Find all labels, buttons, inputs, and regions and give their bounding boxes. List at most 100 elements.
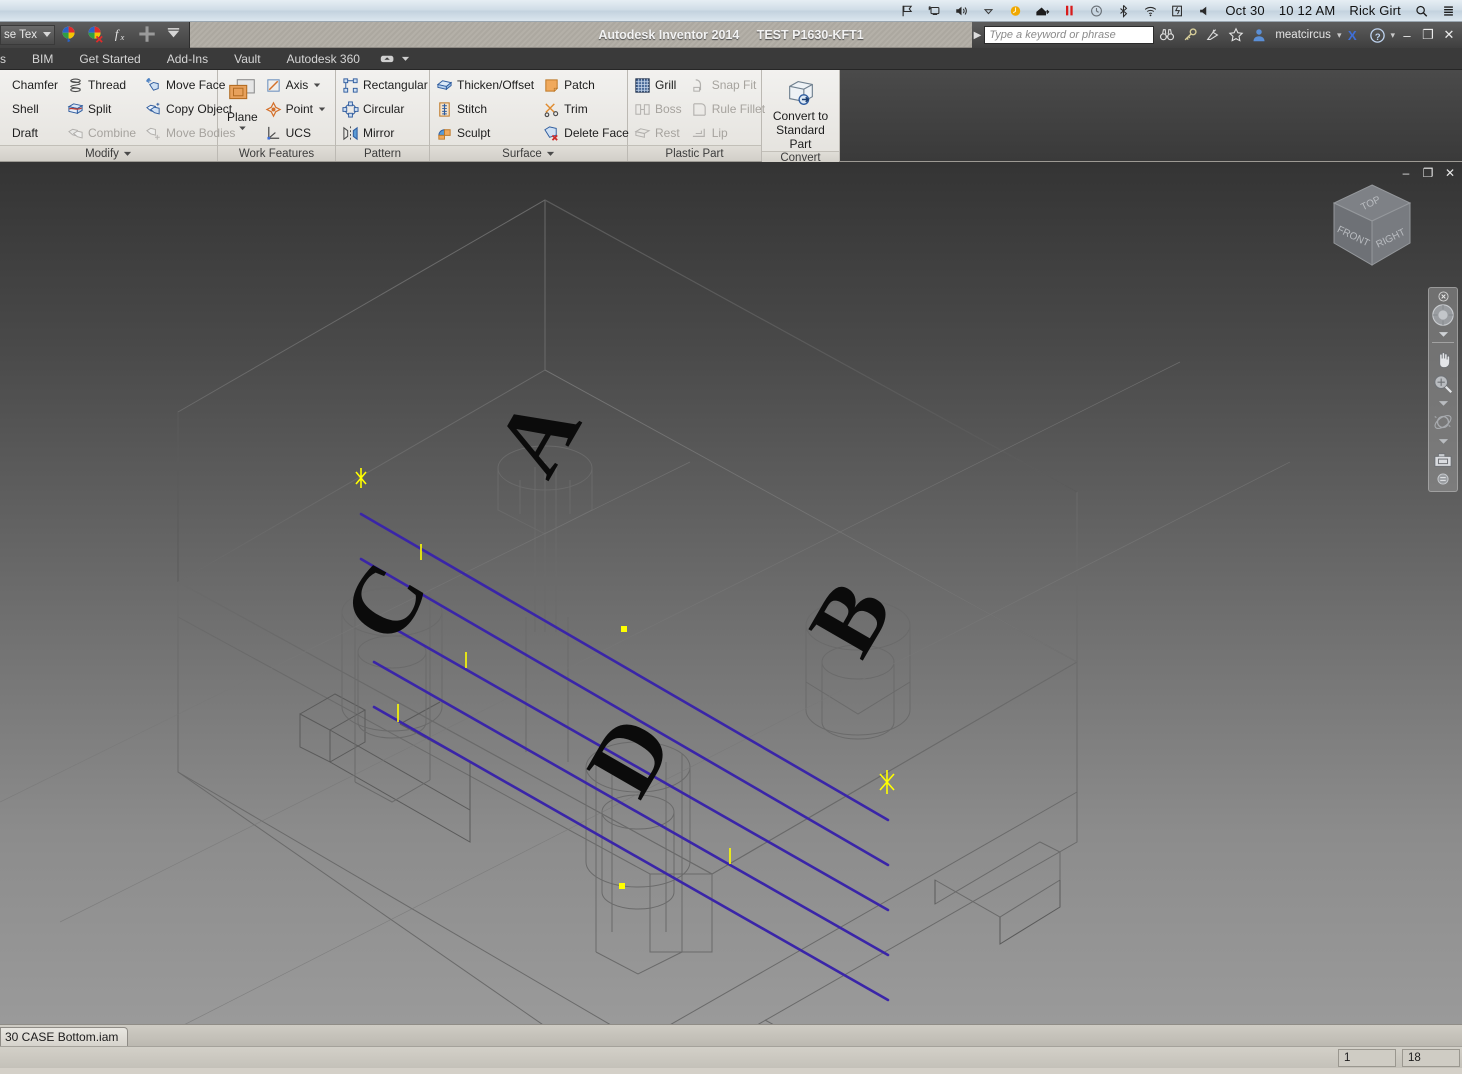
customize-qat-icon[interactable] (161, 24, 185, 46)
appearance-icon[interactable] (57, 24, 81, 46)
qat-overflow-icon[interactable]: ▶ (974, 30, 982, 41)
home-icon[interactable] (1029, 0, 1056, 22)
volume-icon[interactable] (948, 0, 975, 22)
account-dropdown-icon[interactable]: ▾ (1337, 30, 1342, 41)
mirror-label: Mirror (363, 126, 395, 140)
panel-title-surface[interactable]: Surface (430, 145, 627, 161)
thicken-offset-button[interactable]: Thicken/Offset (434, 73, 539, 97)
flag-icon[interactable] (894, 0, 921, 22)
material-combo[interactable]: se Tex (0, 24, 56, 45)
surface-column-1: Thicken/Offset Stitch Sculpt (434, 73, 539, 145)
rule-fillet-icon (692, 102, 706, 116)
os-time[interactable]: 10 12 AM (1272, 3, 1343, 18)
patch-button[interactable]: Patch (541, 73, 634, 97)
os-user[interactable]: Rick Girt (1342, 3, 1408, 18)
document-title: TEST P1630-KFT1 (756, 27, 864, 42)
ribbon-panel-modify: Chamfer Shell Draft Thread Split Combine… (0, 70, 235, 161)
spinner-icon[interactable] (1002, 0, 1029, 22)
panel-title-modify[interactable]: Modify (0, 145, 217, 161)
pattern-column: Rectangular Circular Mirror (340, 73, 433, 145)
chevron-down-icon[interactable] (317, 101, 326, 117)
orbit-icon[interactable] (1429, 409, 1457, 435)
viewcube[interactable]: TOP FRONT RIGHT (1324, 177, 1420, 281)
close-button[interactable]: ✕ (1440, 25, 1458, 45)
bluetooth-icon[interactable] (1110, 0, 1137, 22)
split-button[interactable]: Split (65, 97, 141, 121)
add-icon[interactable] (135, 24, 159, 46)
help-dropdown-icon[interactable]: ▾ (1390, 30, 1395, 41)
lip-label: Lip (711, 126, 728, 140)
restore-button[interactable]: ❐ (1419, 25, 1437, 45)
ucs-button[interactable]: UCS (263, 121, 331, 145)
steering-wheel-dropdown-icon[interactable] (1429, 328, 1457, 340)
work-plane-button[interactable]: Plane (224, 73, 261, 132)
mirror-button[interactable]: Mirror (340, 121, 433, 145)
autodesk-exchange-icon[interactable]: X (1344, 25, 1364, 45)
search-input[interactable]: Type a keyword or phrase (984, 26, 1155, 44)
document-close-button[interactable]: ✕ (1442, 166, 1458, 180)
avatar[interactable] (1249, 25, 1269, 45)
orbit-dropdown-icon[interactable] (1429, 435, 1457, 447)
tab-bim[interactable]: BIM (19, 48, 66, 70)
work-axis-button[interactable]: Axis (263, 73, 331, 97)
zoom-icon[interactable] (1429, 371, 1457, 397)
notification-center-icon[interactable] (1435, 0, 1462, 22)
os-date[interactable]: Oct 30 (1218, 3, 1272, 18)
search-icon[interactable] (1408, 0, 1435, 22)
minimize-ribbon-button[interactable] (379, 52, 410, 65)
thread-icon (70, 78, 81, 92)
key-icon[interactable] (1180, 25, 1200, 45)
tab-add-ins[interactable]: Add-Ins (154, 48, 221, 70)
pause-icon[interactable] (1056, 0, 1083, 22)
wifi-icon[interactable] (1137, 0, 1164, 22)
ribbon-tab-bar: s BIM Get Started Add-Ins Vault Autodesk… (0, 48, 1462, 70)
shell-button[interactable]: Shell (4, 97, 63, 121)
grill-button[interactable]: Grill (632, 73, 687, 97)
zoom-dropdown-icon[interactable] (1429, 397, 1457, 409)
chevron-down-icon[interactable] (975, 0, 1002, 22)
account-name[interactable]: meatcircus (1272, 29, 1334, 41)
rectangular-pattern-button[interactable]: Rectangular (340, 73, 433, 97)
trim-button[interactable]: Trim (541, 97, 634, 121)
convert-to-standard-part-button[interactable]: Convert to Standard Part (766, 73, 835, 151)
timemachine-icon[interactable] (1083, 0, 1110, 22)
tab-autodesk-360[interactable]: Autodesk 360 (274, 48, 373, 70)
steering-wheel-icon[interactable] (1429, 302, 1457, 328)
fx-icon[interactable]: fx (109, 24, 133, 46)
speaker-mute-icon[interactable] (1191, 0, 1218, 22)
tab-tools[interactable]: s (0, 48, 19, 70)
work-point-button[interactable]: Point (263, 97, 331, 121)
chamfer-button[interactable]: Chamfer (4, 73, 63, 97)
close-navbar-icon[interactable] (1429, 290, 1457, 302)
tab-get-started[interactable]: Get Started (66, 48, 153, 70)
delete-face-button[interactable]: Delete Face (541, 121, 634, 145)
clear-appearance-icon[interactable] (83, 24, 107, 46)
binoculars-icon[interactable] (1157, 25, 1177, 45)
stitch-button[interactable]: Stitch (434, 97, 539, 121)
document-restore-button[interactable]: ❐ (1420, 166, 1436, 180)
document-tab[interactable]: 30 CASE Bottom.iam (0, 1027, 129, 1046)
battery-icon[interactable] (1164, 0, 1191, 22)
panel-title-pattern[interactable]: Pattern (336, 145, 429, 161)
navbar-menu-icon[interactable] (1429, 473, 1457, 485)
sculpt-button[interactable]: Sculpt (434, 121, 539, 145)
satellite-icon[interactable] (1203, 25, 1223, 45)
draft-button[interactable]: Draft (4, 121, 63, 145)
help-icon[interactable]: ? (1367, 25, 1387, 45)
favorites-star-icon[interactable] (1226, 25, 1246, 45)
lip-button: Lip (689, 121, 770, 145)
thread-button[interactable]: Thread (65, 73, 141, 97)
tab-vault[interactable]: Vault (221, 48, 273, 70)
look-at-icon[interactable] (1429, 447, 1457, 473)
document-minimize-button[interactable]: – (1398, 166, 1414, 180)
circular-pattern-button[interactable]: Circular (340, 97, 433, 121)
panel-title-plastic-part[interactable]: Plastic Part (628, 145, 761, 161)
display-icon[interactable] (921, 0, 948, 22)
search-placeholder: Type a keyword or phrase (989, 29, 1116, 41)
panel-title-work-features[interactable]: Work Features (218, 145, 335, 161)
pan-icon[interactable] (1429, 345, 1457, 371)
chevron-down-icon[interactable] (312, 77, 321, 93)
graphics-viewport[interactable]: – ❐ ✕ A B C D TOP FRONT RIGHT (0, 162, 1462, 1024)
chamfer-label: Chamfer (12, 78, 59, 92)
minimize-button[interactable]: – (1398, 25, 1416, 45)
